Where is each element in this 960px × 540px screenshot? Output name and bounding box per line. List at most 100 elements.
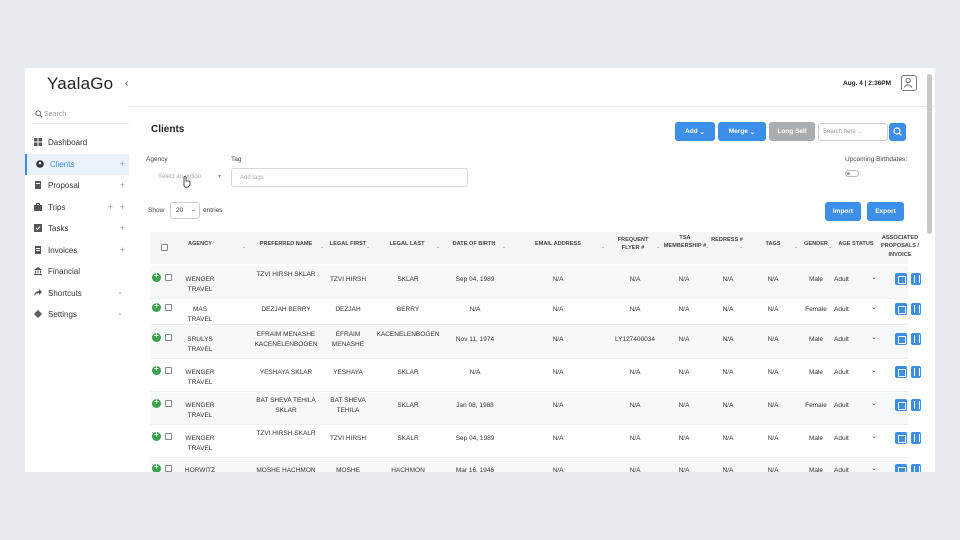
proposals-icon[interactable] <box>895 432 907 444</box>
search-icon <box>893 127 902 136</box>
row-checkbox[interactable] <box>165 465 172 472</box>
proposals-icon[interactable] <box>895 303 907 315</box>
upcoming-birthdates-toggle[interactable] <box>845 170 859 177</box>
age-status-chevron-icon[interactable]: ⌄ <box>870 399 878 409</box>
table-row[interactable]: MAS TRAVEL DEZJAH BERRY DEZJAH BERRY N/A N/A N… <box>150 300 921 325</box>
row-checkbox[interactable] <box>165 433 172 440</box>
age-status-chevron-icon[interactable]: ⌄ <box>870 366 878 376</box>
add-proposal-icon[interactable]: + <box>120 180 125 190</box>
column-header-agency[interactable]: AGENCY <box>180 240 220 248</box>
proposals-icon[interactable] <box>895 366 907 378</box>
invoice-icon[interactable] <box>911 432 921 444</box>
table-row[interactable]: HORWITZ MOSHE HACHMON MOSHE HACHMON Mar 16, … <box>150 459 921 472</box>
export-button[interactable]: Export <box>867 202 904 221</box>
sort-icon[interactable]: ⌄ <box>320 244 324 250</box>
sort-icon[interactable]: ⌄ <box>739 244 743 250</box>
sidebar-search-input[interactable]: Search <box>33 110 129 124</box>
invoice-icon[interactable] <box>911 273 921 285</box>
sidebar-item-tasks[interactable]: Tasks + <box>25 218 129 240</box>
chevron-down-icon[interactable]: ⌄ <box>117 309 123 317</box>
column-header-legal-first[interactable]: LEGAL FIRST <box>326 240 370 248</box>
sidebar-item-shortcuts[interactable]: Shortcuts ⌄ <box>25 283 129 305</box>
add-task-icon[interactable]: + <box>120 223 125 233</box>
import-button[interactable]: Import <box>825 202 861 221</box>
expand-row-icon[interactable] <box>152 397 161 408</box>
table-row[interactable]: WENGER TRAVEL TZVI HIRSH SKLAR TZVI HIRSH S… <box>150 266 921 299</box>
add-trip-group-icon[interactable]: + <box>120 202 125 212</box>
invoice-icon[interactable] <box>911 333 921 345</box>
column-header-legal-last[interactable]: LEGAL LAST <box>382 240 432 248</box>
proposals-icon[interactable] <box>895 464 907 472</box>
column-header-date-of-birth[interactable]: DATE OF BIRTH <box>448 240 500 248</box>
invoice-icon[interactable] <box>911 366 921 378</box>
proposals-icon[interactable] <box>895 273 907 285</box>
gear-icon <box>34 310 42 318</box>
client-search-button[interactable] <box>889 123 906 141</box>
expand-row-icon[interactable] <box>152 271 161 282</box>
sidebar-item-invoices[interactable]: Invoices + <box>25 240 129 262</box>
sort-icon[interactable]: ⌄ <box>828 244 832 250</box>
expand-row-icon[interactable] <box>152 301 161 312</box>
add-client-icon[interactable]: + <box>120 159 125 169</box>
client-search-input[interactable]: Search here ... <box>818 123 888 141</box>
add-trip-icon[interactable]: + <box>108 202 113 212</box>
column-header-tsa-membership[interactable]: TSA MEMBERSHIP # <box>660 234 710 251</box>
sort-icon[interactable]: ⌄ <box>705 244 709 250</box>
sidebar-item-settings[interactable]: Settings ⌄ <box>25 304 129 326</box>
table-row[interactable]: SRULYS TRAVEL EFRAIM MENASHE KACENELENBOG… <box>150 326 921 359</box>
add-invoice-icon[interactable]: + <box>120 245 125 255</box>
add-button[interactable]: Add ⌄ <box>675 122 715 141</box>
sort-icon[interactable]: ⌄ <box>502 244 506 250</box>
sort-icon[interactable]: ⌄ <box>242 244 246 250</box>
age-status-chevron-icon[interactable]: ⌄ <box>870 303 878 313</box>
expand-row-icon[interactable] <box>152 364 161 375</box>
column-header-preferred-name[interactable]: PREFERRED NAME <box>252 240 320 248</box>
table-row[interactable]: WENGER TRAVEL BAT SHEVA TEHILA SKLAR BAT S… <box>150 393 921 425</box>
age-status-chevron-icon[interactable]: ⌄ <box>870 273 878 283</box>
invoice-icon[interactable] <box>911 399 921 411</box>
row-checkbox[interactable] <box>165 274 172 281</box>
sort-icon[interactable]: ⌄ <box>794 244 798 250</box>
cell-agency: MAS TRAVEL <box>187 306 213 324</box>
row-checkbox[interactable] <box>165 334 172 341</box>
merge-button[interactable]: Merge ⌄ <box>718 122 766 141</box>
sidebar-item-clients[interactable]: Clients + <box>25 153 129 175</box>
sidebar-item-trips[interactable]: Trips + + <box>25 197 129 219</box>
expand-row-icon[interactable] <box>152 331 161 342</box>
column-header-age-status[interactable]: AGE STATUS <box>834 240 878 248</box>
age-status-chevron-icon[interactable]: ⌄ <box>870 333 878 343</box>
cell-first: YESHAYA <box>333 369 363 376</box>
sort-icon[interactable]: ⌄ <box>601 244 605 250</box>
sidebar-item-proposal[interactable]: Proposal + <box>25 175 129 197</box>
proposals-icon[interactable] <box>895 399 907 411</box>
user-menu-button[interactable] <box>901 75 917 91</box>
age-status-chevron-icon[interactable]: ⌄ <box>870 432 878 442</box>
expand-row-icon[interactable] <box>152 430 161 441</box>
expand-row-icon[interactable] <box>152 462 161 472</box>
long-sell-button[interactable]: Long Sell <box>769 122 815 141</box>
chevron-down-icon[interactable]: ⌄ <box>117 288 123 296</box>
proposals-icon[interactable] <box>895 333 907 345</box>
age-status-chevron-icon[interactable]: ⌄ <box>870 464 878 472</box>
page-size-select[interactable]: 20 ⌄ <box>170 202 200 219</box>
tag-input[interactable]: Add tags <box>231 168 468 187</box>
row-checkbox[interactable] <box>165 367 172 374</box>
table-row[interactable]: WENGER TRAVEL YESHAYA SKLAR YESHAYA SKLAR N/… <box>150 360 921 392</box>
row-checkbox[interactable] <box>165 304 172 311</box>
column-header-tags[interactable]: TAGS <box>753 240 793 248</box>
table-row[interactable]: WENGER TRAVEL TZVI HIRSH SKALR TZVI HIRSH S… <box>150 426 921 458</box>
collapse-sidebar-button[interactable]: ‹ <box>125 78 128 89</box>
page-scrollbar[interactable] <box>927 74 932 234</box>
column-header-email-address[interactable]: EMAIL ADDRESS <box>528 240 588 248</box>
sidebar-item-dashboard[interactable]: Dashboard <box>25 132 129 154</box>
invoice-icon[interactable] <box>911 464 921 472</box>
sort-icon[interactable]: ⌄ <box>366 244 370 250</box>
sort-icon[interactable]: ⌄ <box>436 244 440 250</box>
invoice-icon[interactable] <box>911 303 921 315</box>
row-checkbox[interactable] <box>165 400 172 407</box>
sidebar-item-financial[interactable]: Financial <box>25 261 129 283</box>
column-header-frequent-flyer[interactable]: FREQUENT FLYER # <box>612 236 654 253</box>
cell-last: BERRY <box>396 306 420 313</box>
select-all-checkbox[interactable] <box>161 244 168 251</box>
cell-ff: N/A <box>629 276 641 283</box>
